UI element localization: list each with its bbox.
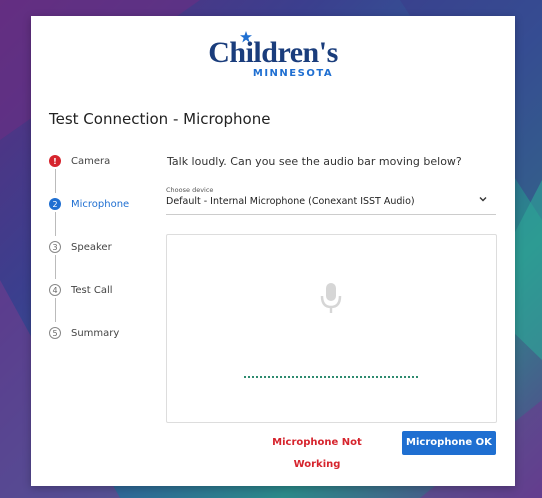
instruction-text: Talk loudly. Can you see the audio bar m… — [167, 155, 462, 168]
step-number: 3 — [49, 241, 61, 253]
step-speaker[interactable]: 3 Speaker — [49, 237, 112, 257]
step-microphone[interactable]: 2 Microphone — [49, 194, 129, 214]
step-label: Camera — [71, 155, 111, 167]
device-select[interactable]: Choose device Default - Internal Microph… — [166, 186, 496, 215]
step-number: 2 — [49, 198, 61, 210]
step-number: 5 — [49, 327, 61, 339]
star-icon — [240, 31, 252, 43]
step-summary[interactable]: 5 Summary — [49, 323, 119, 343]
stepper-connector — [55, 255, 56, 279]
device-value: Default - Internal Microphone (Conexant … — [166, 196, 415, 207]
chevron-down-icon — [479, 197, 487, 202]
step-test-call[interactable]: 4 Test Call — [49, 280, 113, 300]
connection-test-card: Children's MINNESOTA Test Connection - M… — [31, 16, 515, 486]
audio-level-bar — [244, 376, 418, 378]
device-caption: Choose device — [166, 186, 214, 194]
microphone-not-working-button[interactable]: Microphone Not Working — [252, 432, 382, 470]
stepper-connector — [55, 169, 56, 193]
step-label: Summary — [71, 327, 120, 339]
microphone-ok-button[interactable]: Microphone OK — [402, 431, 496, 455]
step-camera[interactable]: ! Camera — [49, 151, 110, 171]
brand-logo: Children's MINNESOTA — [31, 31, 515, 79]
stepper-connector — [55, 298, 56, 322]
stepper-connector — [55, 212, 56, 236]
page-title: Test Connection - Microphone — [49, 110, 271, 128]
step-label: Microphone — [71, 198, 130, 210]
step-label: Speaker — [71, 241, 112, 253]
brand-name: Children's — [208, 36, 338, 69]
audio-meter-panel — [166, 234, 497, 423]
error-icon: ! — [49, 155, 61, 167]
microphone-icon — [320, 283, 342, 313]
brand-sub: MINNESOTA — [252, 68, 334, 79]
step-number: 4 — [49, 284, 61, 296]
step-label: Test Call — [71, 284, 113, 296]
